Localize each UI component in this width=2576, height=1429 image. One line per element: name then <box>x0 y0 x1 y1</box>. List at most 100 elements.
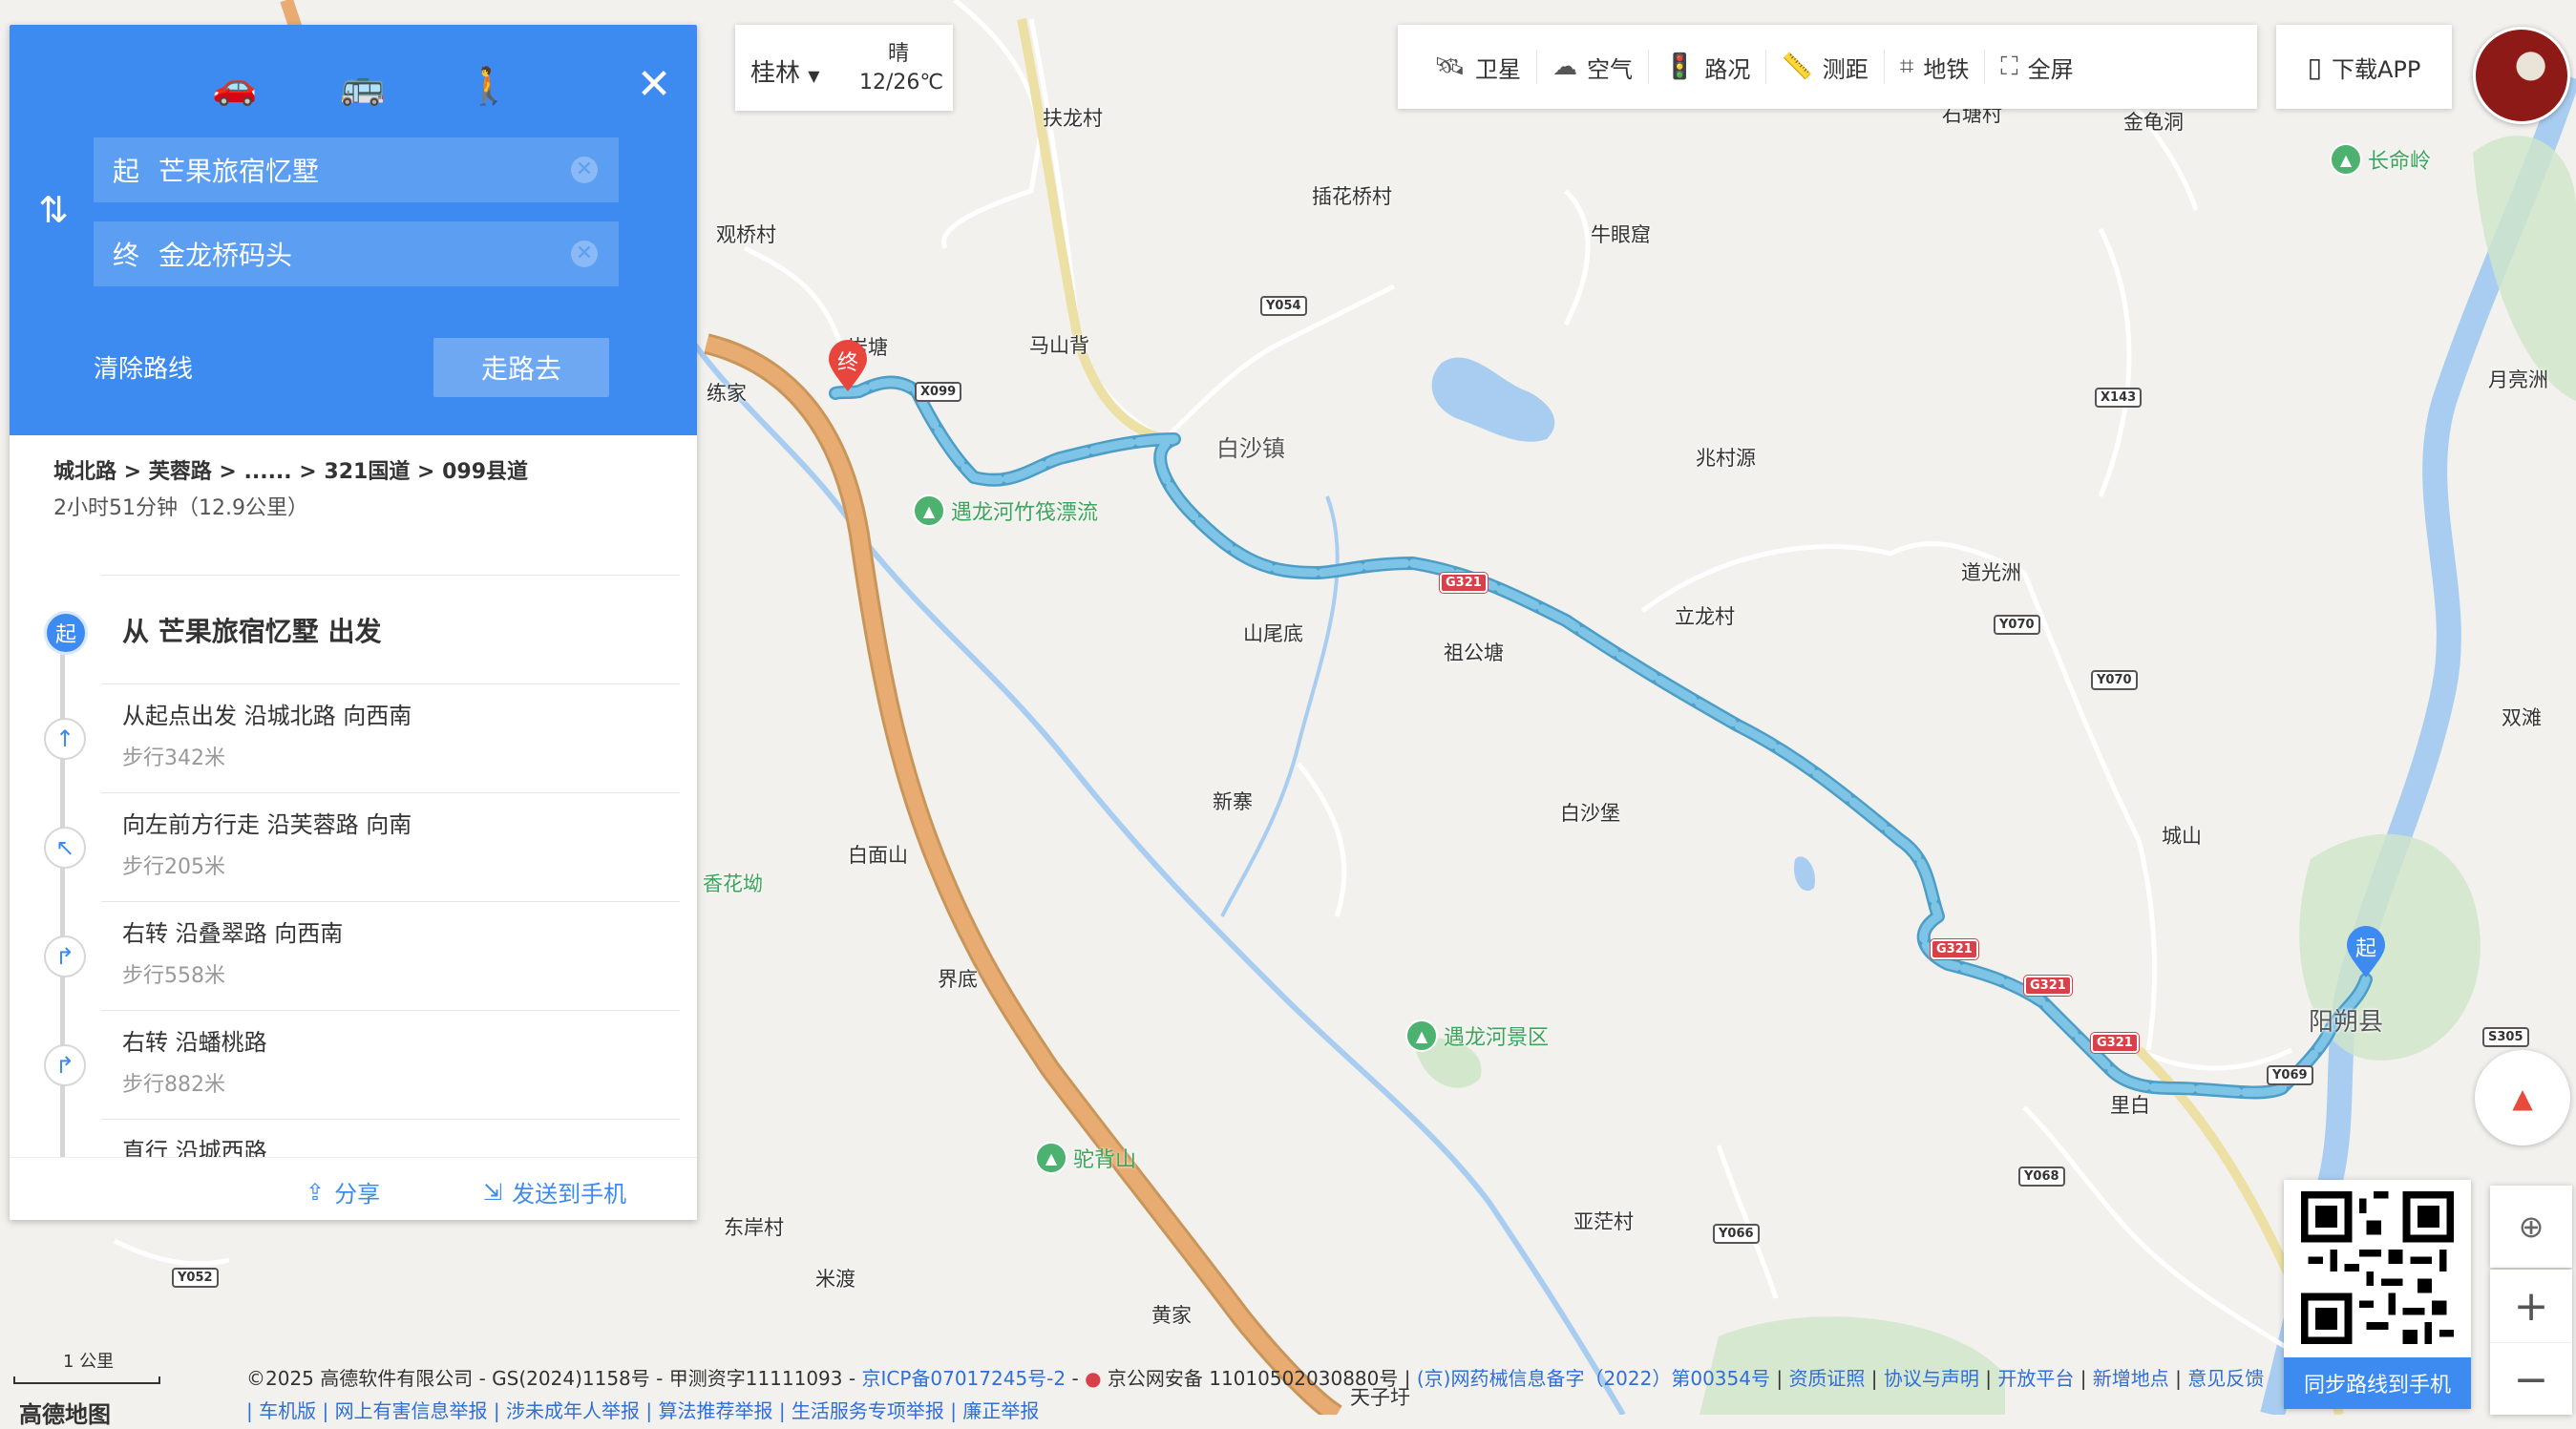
step-distance: 步行205米 <box>122 855 225 879</box>
footer-link[interactable]: 生活服务专项举报 <box>792 1399 944 1422</box>
compass-button[interactable]: ▲ <box>2475 1050 2570 1145</box>
map-label: 米渡 <box>815 1268 855 1291</box>
footer-link[interactable]: (京)网药械信息备字（2022）第00354号 <box>1417 1367 1770 1390</box>
sync-route-to-phone-button[interactable]: 同步路线到手机 <box>2284 1357 2471 1409</box>
drive-mode-tab[interactable]: 🚗 <box>206 57 264 115</box>
divider <box>101 901 680 902</box>
footer-link[interactable]: 开放平台 <box>1997 1367 2074 1390</box>
poi-label[interactable]: ▲ 驼背山 <box>1035 1142 1136 1174</box>
map-label: 界底 <box>938 968 978 991</box>
map-label: 扶龙村 <box>1043 107 1103 130</box>
qr-code-icon <box>2301 1191 2454 1344</box>
copyright-line: ©2025 高德软件有限公司 - GS(2024)1158号 - 甲测资字111… <box>246 1367 2265 1390</box>
download-app-button[interactable]: ▯ 下载APP <box>2276 25 2452 109</box>
divider <box>101 1119 680 1120</box>
close-icon[interactable]: ✕ <box>630 61 678 109</box>
river <box>665 304 1626 1415</box>
satellite-button[interactable]: 🛰 卫星 <box>1419 50 1538 84</box>
map-label: 双滩 <box>2502 706 2542 729</box>
map-label: 练家 <box>707 382 747 405</box>
share-button[interactable]: ⇪ 分享 <box>306 1175 380 1208</box>
mountain-icon: ▲ <box>2330 143 2362 176</box>
measure-button[interactable]: 📏 测距 <box>1766 50 1885 84</box>
clear-end-icon[interactable]: ✕ <box>571 241 598 267</box>
start-marker[interactable]: 起 <box>2345 926 2387 979</box>
send-to-phone-button[interactable]: ⇲ 发送到手机 <box>483 1175 626 1208</box>
traffic-button[interactable]: 🚦 路况 <box>1649 50 1767 84</box>
map-label: 东岸村 <box>724 1216 784 1239</box>
poi-label[interactable]: ▲ 遇龙河景区 <box>1405 1019 1549 1052</box>
start-field[interactable]: 起 芒果旅宿忆墅 ✕ <box>94 137 619 202</box>
straight-arrow-icon: ↑ <box>44 718 86 760</box>
poi-label[interactable]: ▲ 遇龙河竹筏漂流 <box>913 494 1098 527</box>
map-label: 白面山 <box>848 844 908 867</box>
step-text[interactable]: 向左前方行走 沿芙蓉路 向南 <box>122 806 412 839</box>
road-shield: X099 <box>915 382 962 402</box>
avatar[interactable] <box>2473 27 2570 124</box>
mountain-icon: ▲ <box>913 494 945 527</box>
zoom-out-button[interactable]: − <box>2490 1343 2572 1416</box>
share-icon: ⇪ <box>306 1178 326 1206</box>
step-text[interactable]: 右转 沿蟠桃路 <box>122 1023 267 1057</box>
turn-right-arrow-icon: ↱ <box>44 935 86 977</box>
locate-icon: ⊕ <box>2518 1208 2544 1245</box>
walking-route <box>829 375 2373 1100</box>
clear-start-icon[interactable]: ✕ <box>571 157 598 183</box>
clear-route-link[interactable]: 清除路线 <box>94 349 193 385</box>
map-label: 道光洲 <box>1961 561 2021 584</box>
map-label: 白沙堡 <box>1560 802 1620 825</box>
caret-down-icon: ▼ <box>808 67 820 85</box>
end-tag: 终 <box>113 240 140 271</box>
walking-route-inner <box>831 378 2371 1097</box>
map-label: 新寨 <box>1213 790 1253 813</box>
road-shield: Y069 <box>2267 1065 2313 1085</box>
air-icon: ☁ <box>1552 53 1578 81</box>
footer-link[interactable]: 意见反馈 <box>2187 1367 2264 1390</box>
divider <box>101 683 680 684</box>
footer-link[interactable]: 廉正举报 <box>962 1399 1039 1422</box>
map-label: 白沙镇 <box>1216 435 1285 462</box>
footer-link[interactable]: 涉未成年人举报 <box>506 1399 640 1422</box>
footer-link[interactable]: 协议与声明 <box>1884 1367 1979 1390</box>
qr-sync-widget: 同步路线到手机 <box>2284 1180 2471 1409</box>
walk-mode-tab[interactable]: 🚶 <box>460 57 517 115</box>
footer-link[interactable]: 新增地点 <box>2093 1367 2169 1390</box>
locate-button[interactable]: ⊕ <box>2490 1186 2572 1268</box>
icp-link[interactable]: 京ICP备07017245号-2 <box>861 1367 1066 1390</box>
footer-link[interactable]: 资质证照 <box>1788 1367 1865 1390</box>
car-icon: 🚗 <box>212 64 258 107</box>
temperature-text: 12/26℃ <box>859 71 944 95</box>
walk-icon: 🚶 <box>466 64 512 107</box>
fullscreen-button[interactable]: ⛶ 全屏 <box>1985 50 2088 84</box>
subway-button[interactable]: ⌗ 地铁 <box>1885 50 1986 84</box>
road-shield: G321 <box>2091 1033 2139 1053</box>
ruler-icon: 📏 <box>1782 53 1813 81</box>
walk-go-button[interactable]: 走路去 <box>433 338 609 397</box>
end-marker[interactable]: 终 <box>827 340 869 393</box>
zoom-in-button[interactable]: + <box>2490 1270 2572 1343</box>
footer-link[interactable]: 算法推荐举报 <box>658 1399 772 1422</box>
end-value: 金龙桥码头 <box>158 240 293 271</box>
map-label: 月亮洲 <box>2488 368 2548 391</box>
scale-bar: 1 公里 <box>13 1348 166 1384</box>
bus-mode-tab[interactable]: 🚌 <box>334 57 391 115</box>
bus-icon: 🚌 <box>340 64 386 107</box>
mountain-icon: ▲ <box>1035 1142 1067 1174</box>
footer-link[interactable]: 车机版 <box>259 1399 316 1422</box>
step-text[interactable]: 右转 沿叠翠路 向西南 <box>122 914 343 948</box>
phone-icon: ▯ <box>2307 51 2323 83</box>
air-quality-button[interactable]: ☁ 空气 <box>1537 50 1650 84</box>
lake <box>1794 856 1815 892</box>
poi-label[interactable]: ▲ 长命岭 <box>2330 143 2431 176</box>
swap-icon[interactable]: ⇅ <box>34 189 73 237</box>
end-field[interactable]: 终 金龙桥码头 ✕ <box>94 221 619 286</box>
route-summary: 城北路 > 芙蓉路 > ...... > 321国道 > 099县道 <box>53 460 528 484</box>
city-selector[interactable]: 桂林 ▼ <box>750 53 820 89</box>
road-shield: Y070 <box>2091 670 2138 690</box>
map-label: 阳朔县 <box>2309 1008 2384 1037</box>
map-label: 兆村源 <box>1696 447 1756 470</box>
footer-link[interactable]: 网上有害信息举报 <box>335 1399 488 1422</box>
divider <box>101 792 680 793</box>
map-label: 观桥村 <box>716 223 776 246</box>
step-text[interactable]: 从起点出发 沿城北路 向西南 <box>122 697 412 730</box>
